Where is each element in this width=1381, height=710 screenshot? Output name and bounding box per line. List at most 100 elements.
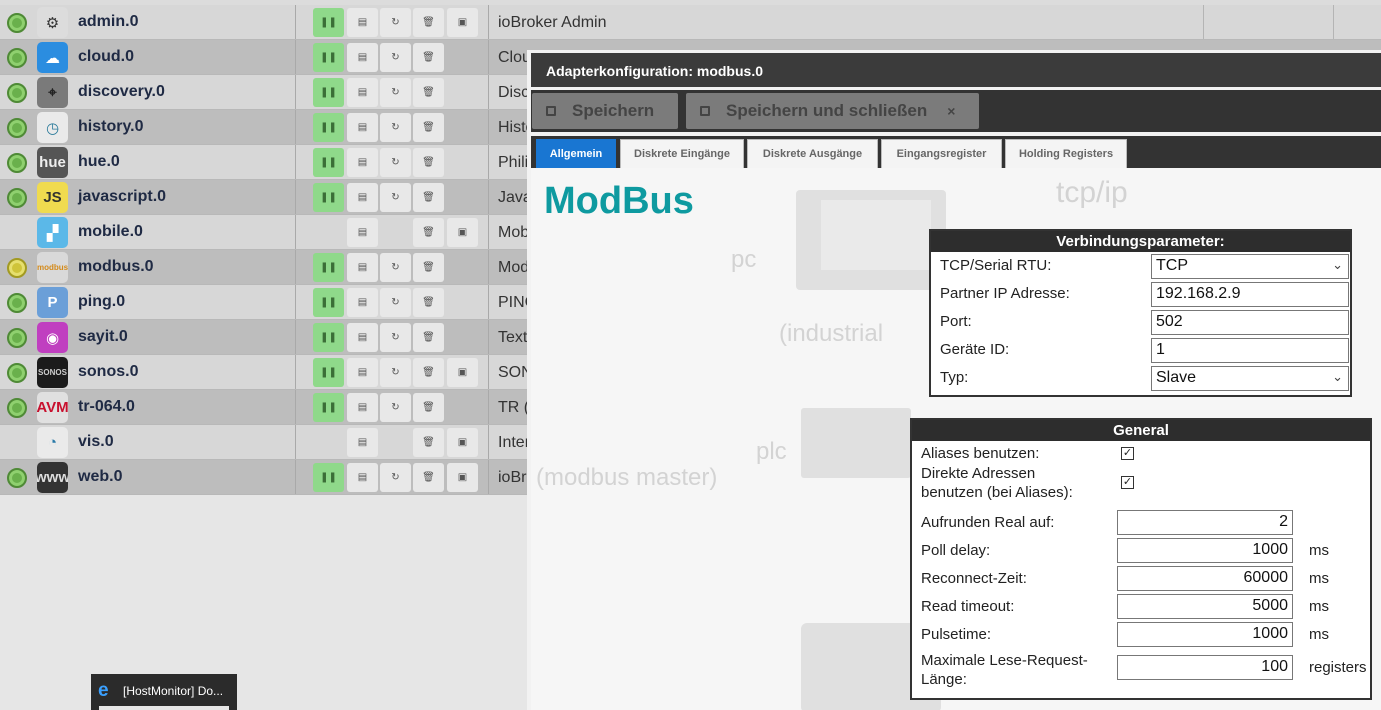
reload-button[interactable]: ↻ (380, 43, 411, 72)
tab-allgemein[interactable]: Allgemein (536, 139, 616, 168)
delete-button[interactable]: 🗑 (413, 288, 444, 317)
log-button[interactable]: ▤ (347, 288, 378, 317)
log-button[interactable]: ▤ (347, 358, 378, 387)
dialog-title: Adapterkonfiguration: modbus.0 (531, 53, 1381, 87)
open-web-button[interactable]: ▣ (447, 428, 478, 457)
pause-button[interactable]: ❚❚ (313, 358, 344, 387)
connection-value: 1 (1156, 341, 1165, 358)
delete-button[interactable]: 🗑 (413, 113, 444, 142)
save-icon (700, 106, 710, 116)
delete-button[interactable]: 🗑 (413, 393, 444, 422)
reload-button[interactable]: ↻ (380, 358, 411, 387)
log-button[interactable]: ▤ (347, 8, 378, 37)
delete-button[interactable]: 🗑 (413, 463, 444, 492)
adapter-name: javascript.0 (78, 188, 167, 205)
reload-button[interactable]: ↻ (380, 393, 411, 422)
log-button[interactable]: ▤ (347, 78, 378, 107)
general-input[interactable]: 60000 (1117, 566, 1293, 591)
connection-input[interactable]: 1 (1151, 338, 1349, 363)
connection-value: TCP (1156, 257, 1188, 274)
pause-button[interactable]: ❚❚ (313, 288, 344, 317)
connection-label: Typ: (940, 369, 969, 386)
reload-button[interactable]: ↻ (380, 148, 411, 177)
open-web-button[interactable]: ▣ (447, 463, 478, 492)
connection-input[interactable]: 502 (1151, 310, 1349, 335)
direct-address-checkbox[interactable]: ✓ (1121, 476, 1134, 489)
log-button[interactable]: ▤ (347, 183, 378, 212)
reload-button[interactable]: ↻ (380, 323, 411, 352)
delete-button[interactable]: 🗑 (413, 148, 444, 177)
adapter-logo-icon: hue (37, 147, 68, 178)
delete-button[interactable]: 🗑 (413, 218, 444, 247)
log-button[interactable]: ▤ (347, 428, 378, 457)
connection-row: Partner IP Adresse: 192.168.2.9 (931, 280, 1350, 308)
reload-button[interactable]: ↻ (380, 253, 411, 282)
delete-button[interactable]: 🗑 (413, 428, 444, 457)
log-button[interactable]: ▤ (347, 463, 378, 492)
general-input[interactable]: 1000 (1117, 622, 1293, 647)
aliases-checkbox[interactable]: ✓ (1121, 447, 1134, 460)
adapter-logo-icon: P (37, 287, 68, 318)
tab-diskrete-ausgaenge[interactable]: Diskrete Ausgänge (747, 139, 878, 168)
pause-button[interactable]: ❚❚ (313, 113, 344, 142)
save-and-close-button[interactable]: Speichern und schließen × (686, 93, 979, 129)
column-divider (488, 285, 489, 319)
pause-button[interactable]: ❚❚ (313, 148, 344, 177)
delete-button[interactable]: 🗑 (413, 8, 444, 37)
pause-button[interactable]: ❚❚ (313, 253, 344, 282)
general-panel: General Aliases benutzen: ✓ Direkte Adre… (910, 418, 1372, 700)
tab-eingangsregister[interactable]: Eingangsregister (881, 139, 1002, 168)
open-web-button[interactable]: ▣ (447, 8, 478, 37)
save-button[interactable]: Speichern (532, 93, 678, 129)
open-web-button[interactable]: ▣ (447, 358, 478, 387)
reload-button[interactable]: ↻ (380, 78, 411, 107)
pause-button[interactable]: ❚❚ (313, 183, 344, 212)
general-input[interactable]: 2 (1117, 510, 1293, 535)
delete-button[interactable]: 🗑 (413, 43, 444, 72)
adapter-description: TR ( (498, 399, 530, 416)
general-input[interactable]: 1000 (1117, 538, 1293, 563)
delete-button[interactable]: 🗑 (413, 78, 444, 107)
adapter-logo-icon: ☁ (37, 42, 68, 73)
pause-button[interactable]: ❚❚ (313, 8, 344, 37)
pause-button[interactable]: ❚❚ (313, 463, 344, 492)
log-button[interactable]: ▤ (347, 218, 378, 247)
delete-button[interactable]: 🗑 (413, 323, 444, 352)
log-button[interactable]: ▤ (347, 113, 378, 142)
column-divider (488, 250, 489, 284)
reload-button[interactable]: ↻ (380, 183, 411, 212)
log-button[interactable]: ▤ (347, 253, 378, 282)
column-divider (488, 180, 489, 214)
pause-button[interactable]: ❚❚ (313, 78, 344, 107)
reload-button[interactable]: ↻ (380, 463, 411, 492)
tab-diskrete-eingaenge[interactable]: Diskrete Eingänge (620, 139, 744, 168)
delete-button[interactable]: 🗑 (413, 253, 444, 282)
reload-button[interactable]: ↻ (380, 288, 411, 317)
column-divider (488, 215, 489, 249)
max-request-input[interactable]: 100 (1117, 655, 1293, 680)
taskbar-preview[interactable]: e [HostMonitor] Do... (91, 674, 237, 710)
connection-input[interactable]: 192.168.2.9 (1151, 282, 1349, 307)
reload-button[interactable]: ↻ (380, 113, 411, 142)
adapter-name: web.0 (78, 468, 123, 485)
general-input[interactable]: 5000 (1117, 594, 1293, 619)
log-button[interactable]: ▤ (347, 43, 378, 72)
column-divider (488, 460, 489, 494)
connection-select[interactable]: Slave ⌄ (1151, 366, 1349, 391)
connection-select[interactable]: TCP ⌄ (1151, 254, 1349, 279)
log-button[interactable]: ▤ (347, 393, 378, 422)
close-icon[interactable]: × (947, 103, 955, 119)
delete-button[interactable]: 🗑 (413, 183, 444, 212)
max-request-label: Maximale Lese-Request- Länge: (921, 651, 1088, 689)
log-button[interactable]: ▤ (347, 323, 378, 352)
open-web-button[interactable]: ▣ (447, 218, 478, 247)
reload-button[interactable]: ↻ (380, 8, 411, 37)
delete-button[interactable]: 🗑 (413, 358, 444, 387)
pause-button[interactable]: ❚❚ (313, 323, 344, 352)
pause-button[interactable]: ❚❚ (313, 393, 344, 422)
adapter-name: history.0 (78, 118, 144, 135)
pause-button[interactable]: ❚❚ (313, 43, 344, 72)
tab-holding-registers[interactable]: Holding Registers (1005, 139, 1127, 168)
log-button[interactable]: ▤ (347, 148, 378, 177)
adapter-name: hue.0 (78, 153, 120, 170)
